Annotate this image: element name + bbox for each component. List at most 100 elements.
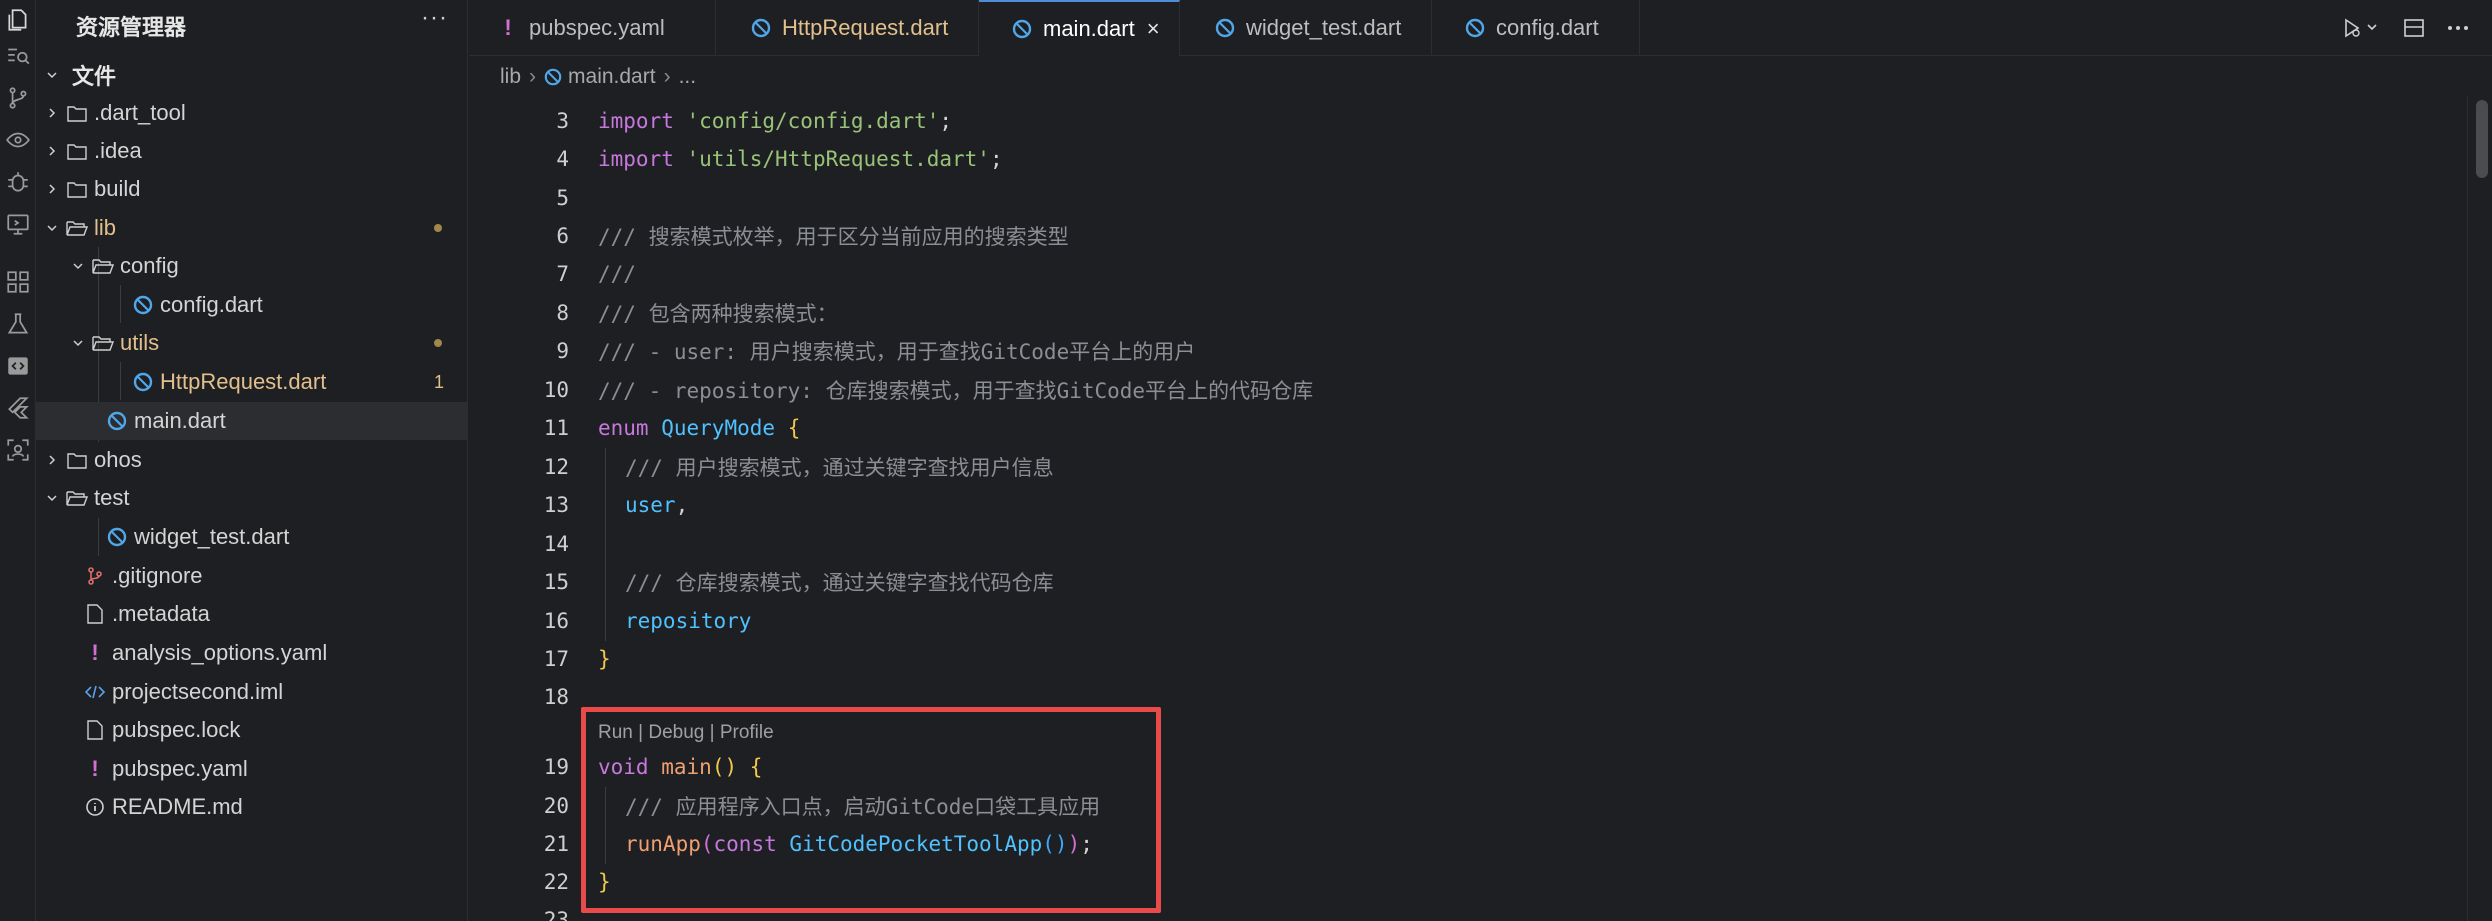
line-number: 21 <box>543 832 569 856</box>
tree-item-pubspec-lock[interactable]: pubspec.lock <box>36 711 468 749</box>
dart-icon <box>106 410 128 432</box>
line-number: 5 <box>556 186 569 210</box>
source-control-icon[interactable] <box>4 84 32 112</box>
tree-label: lib <box>94 215 117 240</box>
folder-icon <box>66 140 88 162</box>
line-number: 8 <box>556 301 569 325</box>
split-editor-icon[interactable] <box>2396 10 2432 46</box>
tree-label: config <box>120 253 179 278</box>
editor-tabs: ! pubspec.yaml HttpRequest.dart main.dar… <box>469 0 2492 56</box>
tree-label: config.dart <box>160 292 263 317</box>
overview-ruler <box>2467 96 2468 921</box>
line-number: 11 <box>543 416 569 440</box>
tree-item-config-folder[interactable]: config <box>36 247 468 285</box>
dart-icon <box>132 371 154 393</box>
flutter-icon[interactable] <box>4 394 32 422</box>
tree-item-idea[interactable]: .idea <box>36 132 468 170</box>
dart-icon <box>1464 17 1486 39</box>
line-number: 12 <box>543 455 569 479</box>
folder-icon <box>66 178 88 200</box>
line-number: 17 <box>543 647 569 671</box>
testing-flask-icon[interactable] <box>4 310 32 338</box>
tree-label: .gitignore <box>112 563 203 588</box>
tree-item-gitignore[interactable]: .gitignore <box>36 557 468 595</box>
tree-item-pubspec-yaml[interactable]: ! pubspec.yaml <box>36 750 468 788</box>
close-icon[interactable]: × <box>1147 16 1160 42</box>
tree-label: .dart_tool <box>94 100 186 125</box>
line-number-gutter: 3 4 5 6 7 8 9 10 11 12 13 14 15 16 17 18… <box>469 96 597 921</box>
sidebar-title: 资源管理器 <box>76 15 187 40</box>
breadcrumb-more[interactable]: ... <box>679 65 697 89</box>
highlight-annotation-box <box>581 707 1161 913</box>
breadcrumb-folder[interactable]: lib <box>500 65 521 89</box>
chevron-down-icon <box>70 258 86 274</box>
tree-item-build[interactable]: build <box>36 170 468 208</box>
tree-item-test[interactable]: test <box>36 479 468 517</box>
tab-pubspec-yaml[interactable]: ! pubspec.yaml <box>469 0 716 56</box>
debug-icon[interactable] <box>4 168 32 196</box>
line-number: 15 <box>543 570 569 594</box>
tab-label: pubspec.yaml <box>529 15 665 40</box>
tree-item-widget-test-dart[interactable]: widget_test.dart <box>36 518 468 556</box>
line-number: 18 <box>543 685 569 709</box>
tree-item-main-dart[interactable]: main.dart <box>36 402 468 440</box>
line-number: 9 <box>556 339 569 363</box>
file-icon <box>84 719 106 741</box>
vertical-scrollbar[interactable] <box>2472 96 2492 921</box>
line-number: 3 <box>556 109 569 133</box>
chevron-right-icon <box>44 181 60 197</box>
run-debug-icon[interactable] <box>2336 10 2388 46</box>
more-icon[interactable] <box>2440 10 2476 46</box>
tree-label: README.md <box>112 794 243 819</box>
line-number: 7 <box>556 262 569 286</box>
tree-item-metadata[interactable]: .metadata <box>36 595 468 633</box>
tree-item-config-dart[interactable]: config.dart <box>36 286 468 324</box>
search-icon[interactable] <box>4 42 32 70</box>
tab-label: widget_test.dart <box>1246 15 1402 40</box>
tab-config-dart[interactable]: config.dart <box>1432 0 1640 56</box>
more-actions-icon[interactable]: ··· <box>421 4 448 32</box>
tree-item-readme[interactable]: README.md <box>36 788 468 826</box>
chevron-right-icon: › <box>529 65 537 88</box>
tree-label: utils <box>120 330 160 355</box>
line-number: 22 <box>543 870 569 894</box>
git-icon <box>84 565 106 587</box>
code-folder-icon[interactable] <box>4 352 32 380</box>
dart-icon <box>106 526 128 548</box>
tree-root-label: 文件 <box>72 64 117 89</box>
remote-explorer-icon[interactable] <box>4 210 32 238</box>
tab-httprequest-dart[interactable]: HttpRequest.dart <box>716 0 979 56</box>
activity-bar <box>0 0 36 921</box>
chevron-down-icon <box>44 490 60 506</box>
editor-actions <box>2336 0 2492 56</box>
scan-icon[interactable] <box>4 436 32 464</box>
tab-label: config.dart <box>1496 15 1599 40</box>
problem-count-badge: 1 <box>433 372 444 392</box>
tree-item-iml[interactable]: projectsecond.iml <box>36 673 468 711</box>
line-number: 23 <box>543 908 569 921</box>
tree-item-utils-folder[interactable]: utils <box>36 324 468 362</box>
chevron-right-icon <box>44 452 60 468</box>
tree-item-analysis-options[interactable]: ! analysis_options.yaml <box>36 634 468 672</box>
folder-icon <box>66 102 88 124</box>
tree-label: analysis_options.yaml <box>112 640 328 665</box>
extensions-icon[interactable] <box>4 268 32 296</box>
explorer-icon[interactable] <box>4 6 32 34</box>
exclamation-icon: ! <box>504 15 512 40</box>
eye-icon[interactable] <box>4 126 32 154</box>
tab-widget-test-dart[interactable]: widget_test.dart <box>1180 0 1432 56</box>
tree-item-dart-tool[interactable]: .dart_tool <box>36 94 468 132</box>
folder-open-icon <box>66 487 88 509</box>
tree-label: test <box>94 485 130 510</box>
modified-dot <box>434 339 442 347</box>
line-number: 10 <box>543 378 569 402</box>
tree-label: ohos <box>94 447 142 472</box>
tab-main-dart[interactable]: main.dart × <box>979 0 1180 56</box>
tree-item-ohos[interactable]: ohos <box>36 441 468 479</box>
scrollbar-thumb[interactable] <box>2476 100 2488 178</box>
folder-open-icon <box>92 332 114 354</box>
breadcrumb-file[interactable]: main.dart <box>568 65 656 89</box>
tree-root[interactable]: 文件 <box>36 56 468 94</box>
tree-item-httprequest-dart[interactable]: HttpRequest.dart 1 <box>36 363 468 401</box>
tree-item-lib[interactable]: lib <box>36 209 468 247</box>
